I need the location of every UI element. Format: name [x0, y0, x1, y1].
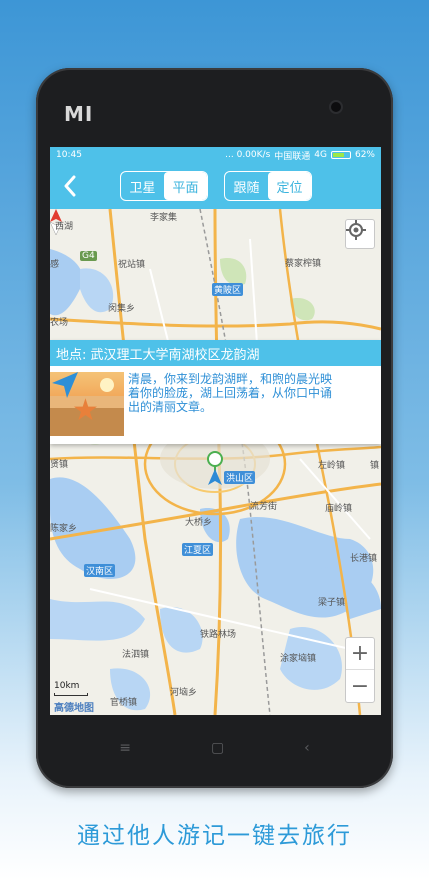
map-view[interactable]: 西湖 李家集 G4 祝站镇 蔡家榨镇 感 黄陂区 闵集乡 农场 贤镇 洪山区 左…	[50, 209, 381, 715]
map-type-toggle: 卫星 平面	[120, 171, 208, 201]
hardware-nav-bar: ≡ ▢ ‹	[36, 733, 393, 763]
zoom-in-button[interactable]: +	[346, 638, 374, 670]
network-speed: ... 0.00K/s	[225, 150, 271, 160]
map-label: 涂家垴镇	[280, 654, 317, 664]
highway-badge: G4	[80, 251, 97, 261]
map-label: 铁路林场	[200, 630, 237, 640]
battery-icon	[330, 151, 351, 159]
scale-bar	[54, 693, 88, 696]
map-label: 庙岭镇	[325, 504, 353, 514]
map-label: 贤镇	[50, 460, 69, 470]
app-bar: 卫星 平面 跟随 定位	[50, 163, 381, 209]
map-label: 大桥乡	[185, 518, 213, 528]
map-label: 蔡家榨镇	[285, 259, 322, 269]
map-label: 农场	[50, 318, 69, 328]
mode-follow[interactable]: 跟随	[225, 172, 268, 200]
status-time: 10:45	[56, 150, 82, 160]
navigation-arrow-icon[interactable]	[50, 370, 80, 400]
district-badge: 洪山区	[224, 471, 256, 484]
zoom-out-button[interactable]: −	[346, 670, 374, 702]
map-label: 法泗镇	[122, 650, 150, 660]
promo-caption: 通过他人游记一键去旅行	[77, 823, 352, 849]
crosshair-icon	[346, 220, 366, 240]
phone-frame: MI 10:45 ... 0.00K/s 中国联通 4G 62% 卫星 平面 跟…	[36, 68, 393, 788]
map-label: 感	[50, 260, 60, 270]
place-description: 清晨，你来到龙韵湖畔，和煦的晨光映着你的脸庞，湖上回荡着，从你口中诵出的清丽文章…	[128, 372, 333, 414]
map-label: 官桥镇	[110, 698, 138, 708]
status-right: ... 0.00K/s 中国联通 4G 62%	[225, 149, 375, 162]
network-type: 4G	[314, 150, 327, 160]
menu-key-icon[interactable]: ≡	[119, 740, 131, 756]
district-badge: 黄陂区	[212, 283, 244, 296]
map-label: 镇	[370, 461, 380, 471]
front-camera	[331, 102, 341, 112]
map-label: 西湖	[55, 222, 74, 232]
mode-locate[interactable]: 定位	[268, 172, 311, 200]
chevron-left-icon	[64, 175, 76, 197]
map-type-flat[interactable]: 平面	[164, 172, 207, 200]
map-label: 陈家乡	[50, 524, 78, 534]
mode-toggle: 跟随 定位	[224, 171, 312, 201]
back-key-icon[interactable]: ‹	[304, 740, 310, 756]
map-label: 河垴乡	[170, 688, 198, 698]
zoom-controls: + −	[345, 637, 375, 703]
scale-label: 10km	[54, 681, 80, 691]
map-label: 左岭镇	[318, 461, 346, 471]
map-label: 长港镇	[350, 554, 378, 564]
locate-button[interactable]	[345, 219, 375, 249]
map-label: 李家集	[150, 213, 178, 223]
brand-logo: MI	[64, 102, 94, 126]
starfish-icon: ★	[72, 393, 99, 428]
district-badge: 汉南区	[84, 564, 116, 577]
map-label: 祝站镇	[118, 260, 146, 270]
map-type-satellite[interactable]: 卫星	[121, 172, 164, 200]
back-button[interactable]	[58, 172, 82, 200]
place-body: ★ 清晨，你来到龙韵湖畔，和煦的晨光映着你的脸庞，湖上回荡着，从你口中诵出的清丽…	[50, 370, 381, 440]
carrier-name: 中国联通	[274, 151, 311, 162]
battery-level: 62%	[354, 150, 375, 160]
sun-shape	[100, 378, 114, 392]
status-bar: 10:45 ... 0.00K/s 中国联通 4G 62%	[50, 147, 381, 163]
app-screen: 10:45 ... 0.00K/s 中国联通 4G 62% 卫星 平面 跟随 定…	[50, 147, 381, 715]
map-label: 流芳街	[250, 502, 278, 512]
map-provider-logo: 高德地图	[54, 703, 94, 714]
place-title: 地点: 武汉理工大学南湖校区龙韵湖	[50, 340, 381, 366]
place-info-card[interactable]: 地点: 武汉理工大学南湖校区龙韵湖 ★ 清晨，你来到龙韵湖畔，和煦的晨光映着你的…	[50, 340, 381, 444]
map-label: 梁子镇	[318, 598, 346, 608]
home-key-icon[interactable]: ▢	[211, 740, 224, 756]
district-badge: 江夏区	[182, 543, 214, 556]
map-label: 闵集乡	[108, 304, 136, 314]
